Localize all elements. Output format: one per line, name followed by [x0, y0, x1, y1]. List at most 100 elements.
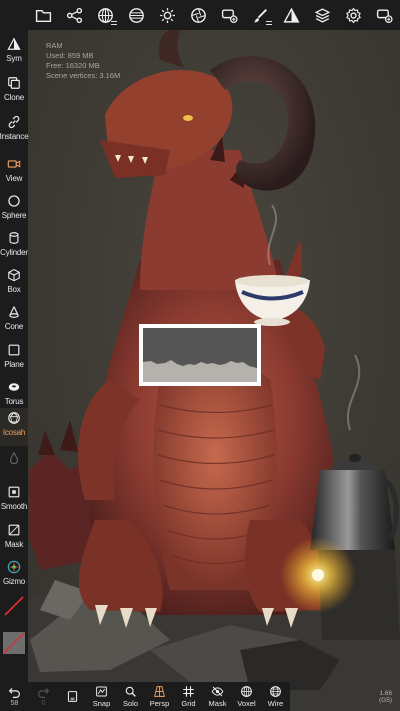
undo-icon — [8, 688, 20, 698]
mask-icon — [8, 524, 20, 536]
cube-icon — [8, 268, 20, 282]
icosahedron-icon — [8, 412, 20, 424]
wireframe-icon — [270, 686, 281, 697]
paint-button[interactable] — [249, 3, 273, 27]
redo-icon — [38, 688, 50, 698]
sidebar-item-label: Icosah — [2, 428, 26, 437]
postprocess-button[interactable] — [94, 3, 118, 27]
undo-count: 58 — [10, 700, 19, 707]
wireframe-toggle[interactable]: Wire — [261, 682, 290, 711]
sidebar-item-label: Cone — [4, 322, 24, 331]
sidebar-item-cone[interactable]: Cone — [0, 302, 28, 340]
sidebar-item-mask[interactable]: Mask — [0, 520, 28, 558]
torus-icon — [8, 383, 20, 391]
sun-icon — [160, 7, 175, 23]
gear-icon — [346, 7, 361, 23]
perspective-toggle[interactable]: Persp — [145, 682, 174, 711]
histogram-curve — [143, 360, 257, 382]
ram-used: Used: 859 MB — [46, 51, 94, 60]
more-button[interactable] — [373, 3, 397, 27]
sidebar-item-view[interactable]: View — [0, 154, 28, 192]
material-swatch[interactable] — [3, 632, 25, 654]
triangle-mirror-icon — [283, 7, 300, 23]
mask-visibility-toggle[interactable]: Mask — [203, 682, 232, 711]
scene-button[interactable] — [63, 3, 87, 27]
sidebar-item-label: Gizmo — [2, 577, 26, 586]
left-sidebar: Sym Clone Instance View Sphere Cylinder … — [0, 30, 29, 682]
smooth-icon — [8, 486, 20, 498]
submenu-indicator — [110, 21, 117, 25]
brush-color-swatch[interactable] — [3, 595, 25, 617]
sidebar-item-label: Plane — [4, 360, 24, 369]
files-button[interactable] — [32, 3, 56, 27]
mask-label: Mask — [208, 699, 227, 708]
lighting-button[interactable] — [156, 3, 180, 27]
redo-count: 0 — [41, 700, 46, 707]
sidebar-item-label: Instance — [0, 132, 29, 141]
hierarchy-icon — [66, 7, 83, 23]
sidebar-item-label: View — [5, 174, 23, 183]
plane-icon — [8, 344, 20, 356]
perspective-icon — [154, 686, 165, 697]
undo-button[interactable]: 58 — [0, 682, 29, 711]
bottom-toolbar: 58 0 Snap Solo Persp Grid Mask Voxel Wir… — [0, 682, 290, 711]
globe-icon — [129, 7, 144, 23]
snap-label: Snap — [92, 699, 111, 708]
persp-label: Persp — [149, 699, 170, 708]
wire-label: Wire — [267, 699, 284, 708]
sidebar-item-sphere[interactable]: Sphere — [0, 191, 28, 229]
symmetry-tool-button[interactable] — [280, 3, 304, 27]
solo-toggle[interactable]: Solo — [116, 682, 145, 711]
sidebar-item-box[interactable]: Box — [0, 265, 28, 303]
history-button[interactable] — [58, 682, 87, 711]
solo-icon — [125, 686, 136, 697]
material-button[interactable] — [125, 3, 149, 27]
sidebar-item-label: Mask — [4, 540, 24, 549]
sidebar-item-gizmo[interactable]: Gizmo — [0, 557, 28, 595]
cone-icon — [9, 306, 19, 318]
grid-icon — [183, 686, 194, 697]
sidebar-item-icosah[interactable]: Icosah — [0, 408, 28, 446]
sidebar-item-instance[interactable]: Instance — [0, 112, 29, 150]
sidebar-item-cylinder[interactable]: Cylinder — [0, 228, 28, 266]
sidebar-item-smooth[interactable]: Smooth — [0, 482, 28, 520]
sidebar-item-sym[interactable]: Sym — [0, 34, 28, 72]
sidebar-item-label: Smooth — [0, 502, 28, 511]
snap-icon — [96, 686, 107, 697]
version-label: 1.66 (G5) — [379, 690, 392, 704]
symmetry-icon — [7, 37, 21, 50]
viewport-3d[interactable]: RAM Used: 859 MB Free: 16320 MB Scene ve… — [0, 0, 400, 711]
cylinder-icon — [9, 232, 19, 244]
voxel-label: Voxel — [237, 699, 256, 708]
scene-stats: RAM Used: 859 MB Free: 16320 MB Scene ve… — [46, 41, 120, 81]
no-material-icon — [3, 632, 25, 654]
redo-button[interactable]: 0 — [29, 682, 58, 711]
histogram-panel — [139, 324, 261, 386]
sidebar-item-plane[interactable]: Plane — [0, 340, 28, 378]
scene-vertices: Scene vertices: 3.16M — [46, 71, 121, 80]
snap-toggle[interactable]: Snap — [87, 682, 116, 711]
mesh-plus-icon — [221, 8, 238, 23]
drop-icon — [9, 451, 19, 465]
history-list-icon — [67, 691, 78, 702]
submenu-indicator — [265, 21, 272, 25]
voxel-toggle[interactable]: Voxel — [232, 682, 261, 711]
top-toolbar — [0, 0, 400, 30]
sidebar-item-drop[interactable] — [0, 448, 28, 486]
link-icon — [8, 115, 20, 129]
grid-label: Grid — [181, 699, 196, 708]
color-slash-icon — [4, 596, 24, 616]
ram-label: RAM — [46, 41, 63, 50]
settings-button[interactable] — [342, 3, 366, 27]
sidebar-item-label: Sym — [6, 54, 22, 63]
topology-button[interactable] — [218, 3, 242, 27]
circle-icon — [8, 195, 20, 207]
layers-button[interactable] — [311, 3, 335, 27]
grid-toggle[interactable]: Grid — [174, 682, 203, 711]
solo-label: Solo — [122, 699, 138, 708]
sidebar-item-label: Cylinder — [0, 248, 28, 257]
add-window-icon — [376, 8, 393, 23]
sidebar-item-label: Clone — [4, 93, 24, 102]
sidebar-item-clone[interactable]: Clone — [0, 73, 28, 111]
camera-button[interactable] — [187, 3, 211, 27]
